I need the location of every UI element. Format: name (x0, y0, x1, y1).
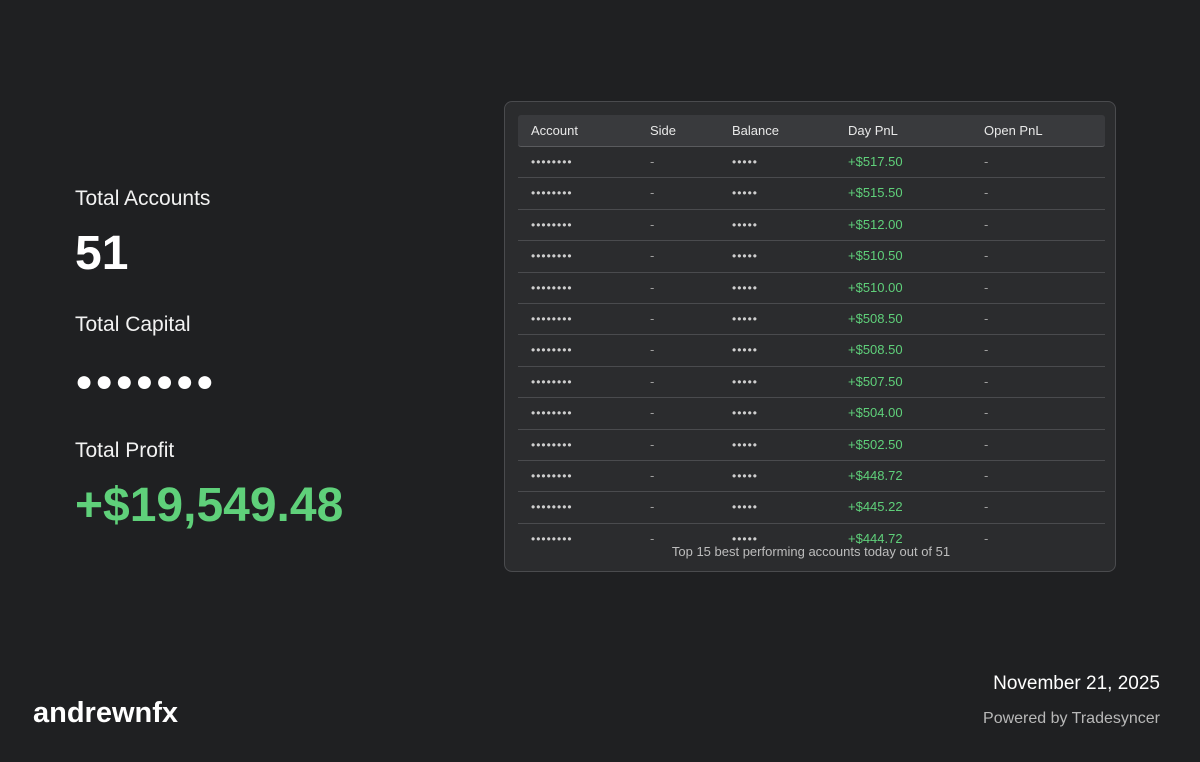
day-pnl-cell: +$504.00 (848, 405, 903, 421)
column-header-open-pnl[interactable]: Open PnL (984, 115, 1043, 146)
day-pnl-cell: +$512.00 (848, 216, 903, 232)
account-cell: •••••••• (531, 186, 573, 201)
balance-cell: ••••• (732, 186, 759, 201)
account-cell: •••••••• (531, 437, 573, 452)
username: andrewnfx (33, 697, 179, 729)
day-pnl-cell: +$517.50 (848, 154, 903, 169)
balance-cell: ••••• (732, 500, 759, 515)
side-cell: - (650, 373, 655, 389)
account-cell: •••••••• (531, 311, 573, 326)
day-pnl-cell: +$445.22 (848, 499, 903, 515)
open-pnl-cell: - (984, 499, 989, 515)
balance-cell: ••••• (732, 249, 759, 264)
table-header: Account Side Balance Day PnL Open PnL (518, 115, 1105, 147)
side-cell: - (650, 467, 655, 483)
account-cell: •••••••• (531, 280, 573, 295)
account-cell: •••••••• (531, 155, 573, 169)
side-cell: - (650, 248, 655, 264)
table-row[interactable]: •••••••• - ••••• +$508.50 - (518, 335, 1105, 367)
column-header-side[interactable]: Side (650, 115, 676, 146)
account-cell: •••••••• (531, 374, 573, 389)
day-pnl-cell: +$510.00 (848, 279, 903, 295)
column-header-account[interactable]: Account (531, 115, 578, 146)
side-cell: - (650, 216, 655, 232)
side-cell: - (650, 154, 655, 169)
balance-cell: ••••• (732, 280, 759, 295)
balance-cell: ••••• (732, 155, 759, 169)
balance-cell: ••••• (732, 374, 759, 389)
total-profit-value: +$19,549.48 (75, 479, 344, 532)
table-row[interactable]: •••••••• - ••••• +$508.50 - (518, 304, 1105, 336)
table-row[interactable]: •••••••• - ••••• +$510.50 - (518, 241, 1105, 273)
balance-cell: ••••• (732, 437, 759, 452)
total-accounts-label: Total Accounts (75, 187, 211, 210)
table-row[interactable]: •••••••• - ••••• +$504.00 - (518, 398, 1105, 430)
accounts-table-panel: Account Side Balance Day PnL Open PnL ••… (504, 101, 1116, 572)
open-pnl-cell: - (984, 405, 989, 421)
account-cell: •••••••• (531, 468, 573, 483)
day-pnl-cell: +$508.50 (848, 342, 903, 358)
side-cell: - (650, 405, 655, 421)
table-row[interactable]: •••••••• - ••••• +$502.50 - (518, 430, 1105, 461)
accounts-table: Account Side Balance Day PnL Open PnL ••… (518, 115, 1105, 554)
account-cell: •••••••• (531, 249, 573, 264)
side-cell: - (650, 310, 655, 326)
open-pnl-cell: - (984, 310, 989, 326)
day-pnl-cell: +$448.72 (848, 467, 903, 483)
open-pnl-cell: - (984, 467, 989, 483)
report-date: November 21, 2025 (993, 673, 1160, 694)
open-pnl-cell: - (984, 279, 989, 295)
side-cell: - (650, 436, 655, 452)
balance-cell: ••••• (732, 406, 759, 421)
balance-cell: ••••• (732, 343, 759, 358)
account-cell: •••••••• (531, 500, 573, 515)
side-cell: - (650, 342, 655, 358)
side-cell: - (650, 185, 655, 201)
table-row[interactable]: •••••••• - ••••• +$445.22 - (518, 492, 1105, 524)
side-cell: - (650, 279, 655, 295)
table-row[interactable]: •••••••• - ••••• +$515.50 - (518, 178, 1105, 210)
column-header-day-pnl[interactable]: Day PnL (848, 115, 898, 146)
open-pnl-cell: - (984, 436, 989, 452)
total-capital-label: Total Capital (75, 313, 191, 336)
day-pnl-cell: +$508.50 (848, 310, 903, 326)
column-header-balance[interactable]: Balance (732, 115, 779, 146)
day-pnl-cell: +$510.50 (848, 248, 903, 264)
day-pnl-cell: +$502.50 (848, 436, 903, 452)
account-cell: •••••••• (531, 406, 573, 421)
open-pnl-cell: - (984, 373, 989, 389)
open-pnl-cell: - (984, 154, 989, 169)
table-row[interactable]: •••••••• - ••••• +$507.50 - (518, 367, 1105, 399)
open-pnl-cell: - (984, 342, 989, 358)
open-pnl-cell: - (984, 248, 989, 264)
account-cell: •••••••• (531, 343, 573, 358)
balance-cell: ••••• (732, 311, 759, 326)
table-body: •••••••• - ••••• +$517.50 - •••••••• - ••••• +$5… (518, 147, 1105, 554)
table-row[interactable]: •••••••• - ••••• +$448.72 - (518, 461, 1105, 493)
total-capital-value: ●●●●●●● (75, 365, 216, 398)
balance-cell: ••••• (732, 468, 759, 483)
day-pnl-cell: +$515.50 (848, 185, 903, 201)
balance-cell: ••••• (732, 217, 759, 232)
table-row[interactable]: •••••••• - ••••• +$512.00 - (518, 210, 1105, 242)
open-pnl-cell: - (984, 185, 989, 201)
side-cell: - (650, 499, 655, 515)
total-accounts-value: 51 (75, 227, 129, 280)
table-caption: Top 15 best performing accounts today ou… (671, 544, 951, 559)
total-profit-label: Total Profit (75, 439, 175, 462)
account-cell: •••••••• (531, 217, 573, 232)
day-pnl-cell: +$507.50 (848, 373, 903, 389)
open-pnl-cell: - (984, 216, 989, 232)
table-row[interactable]: •••••••• - ••••• +$517.50 - (518, 147, 1105, 179)
powered-by-text: Powered by Tradesyncer (983, 710, 1160, 727)
table-row[interactable]: •••••••• - ••••• +$510.00 - (518, 273, 1105, 304)
